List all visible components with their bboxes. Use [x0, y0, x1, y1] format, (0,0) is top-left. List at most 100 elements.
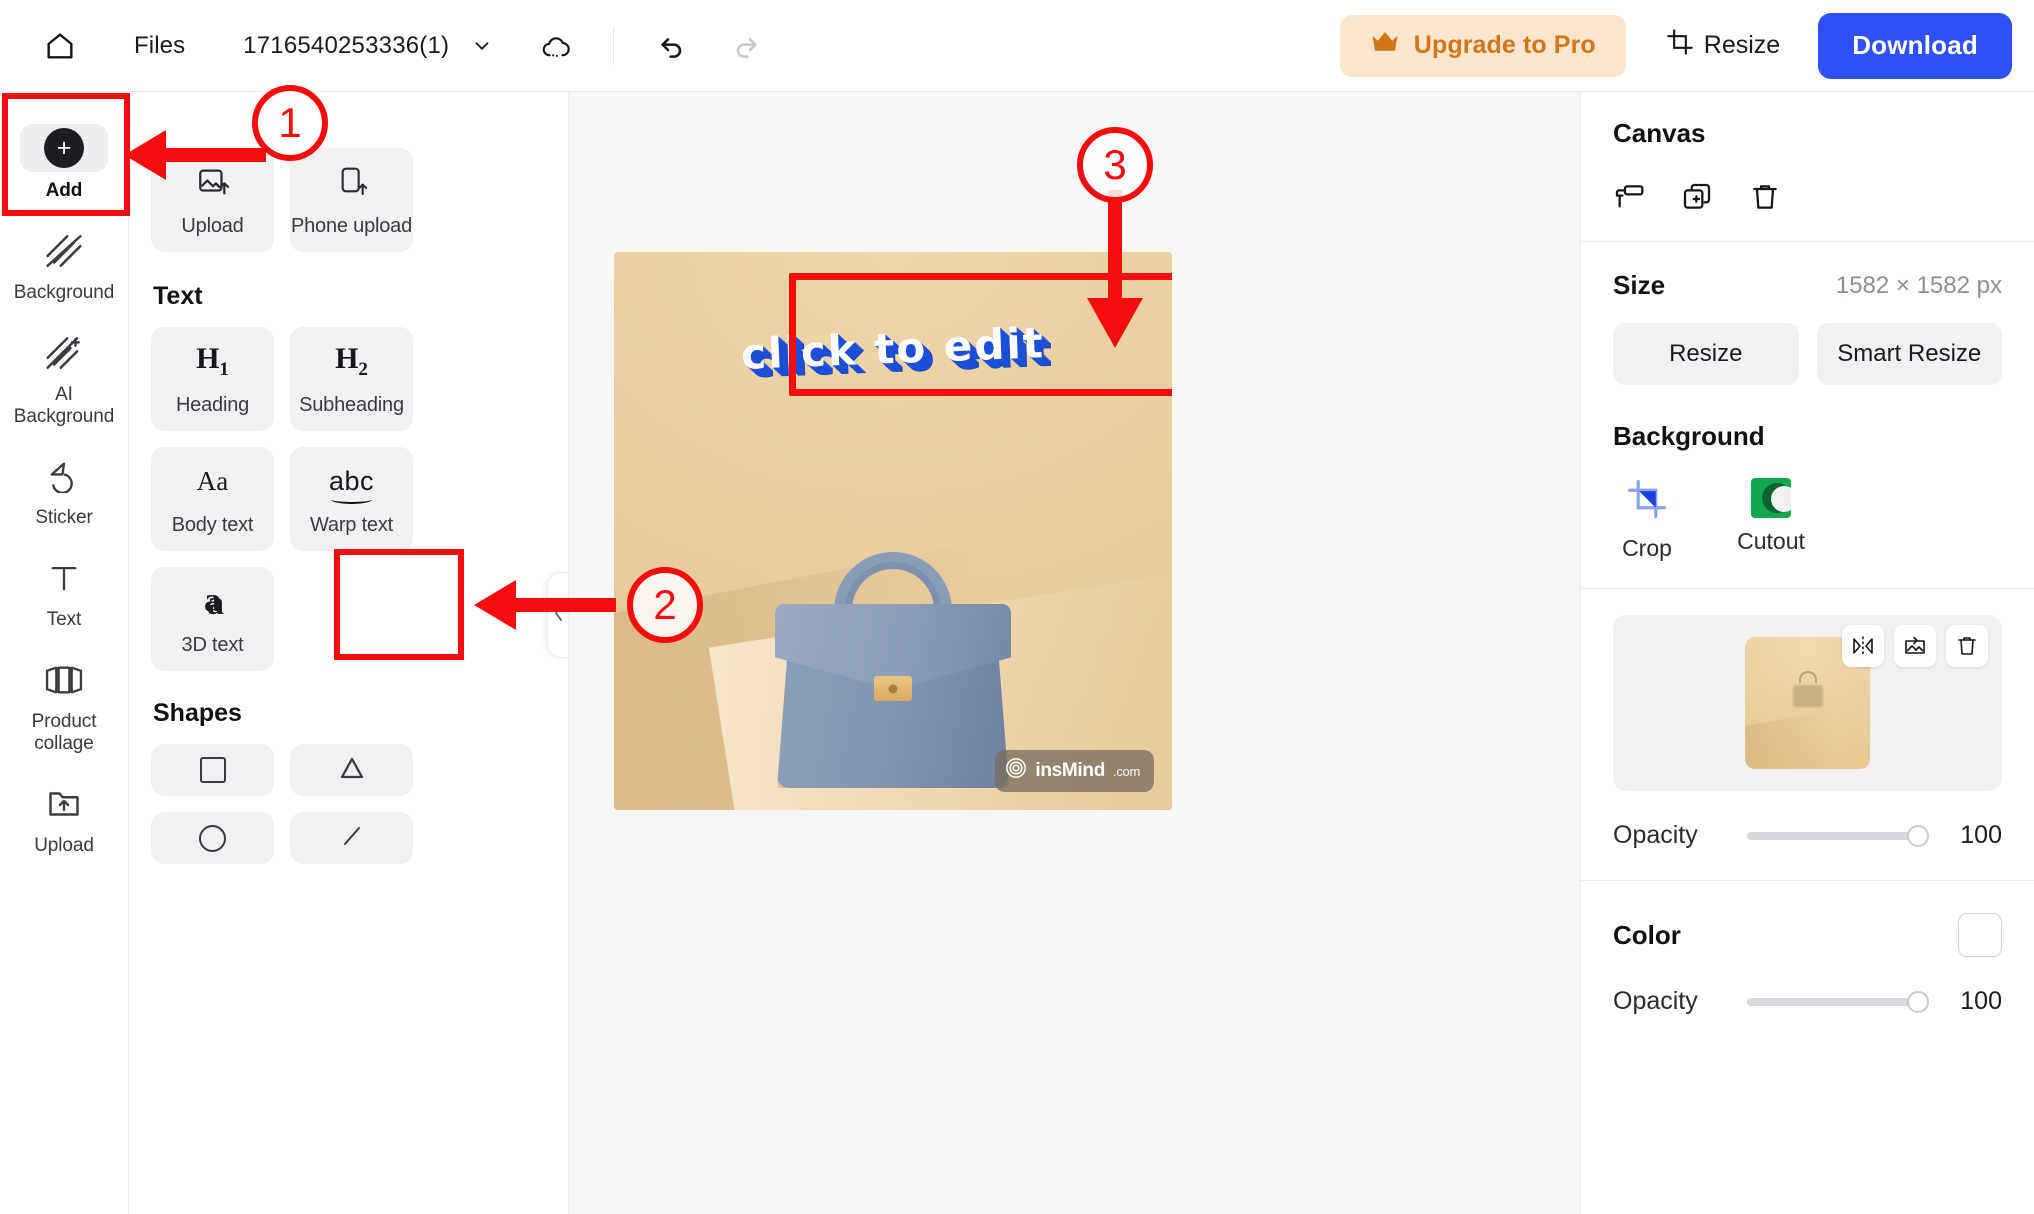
circle-shape-icon [199, 824, 226, 852]
line-shape-card[interactable] [290, 812, 413, 864]
sidebar-label-text: Text [46, 609, 82, 631]
resize-top-button[interactable]: Resize [1666, 28, 1780, 63]
collapse-panel-handle[interactable] [547, 572, 568, 658]
size-label: Size [1613, 270, 1666, 300]
aa-icon: Aa [196, 465, 229, 496]
triangle-shape-card[interactable] [290, 744, 413, 796]
chevron-down-icon[interactable] [471, 35, 493, 57]
h2-icon: H2 [335, 341, 368, 380]
color-label: Color [1613, 919, 1681, 950]
top-toolbar: Files 1716540253336(1) Upgrade to Pro Re… [0, 0, 2034, 92]
line-shape-icon [337, 822, 367, 855]
upgrade-label: Upgrade to Pro [1413, 31, 1596, 59]
sidebar-item-sticker[interactable]: Sticker [0, 439, 128, 541]
thumbnail-bag-handle [1798, 671, 1817, 684]
trash-icon[interactable] [1946, 625, 1988, 667]
body-text-card[interactable]: Aa Body text [151, 447, 274, 551]
warp-text-card[interactable]: abc Warp text [290, 447, 413, 551]
color-opacity-slider[interactable] [1747, 990, 1929, 1013]
phone-upload-card[interactable]: Phone upload [290, 148, 413, 252]
warp-text-card-label: Warp text [309, 514, 394, 536]
image-opacity-knob[interactable] [1907, 824, 1929, 847]
size-row: Size 1582 × 1582 px [1613, 270, 2002, 301]
phone-upload-card-label: Phone upload [290, 215, 413, 237]
shapes-section-title: Shapes [153, 699, 242, 727]
square-shape-icon [199, 757, 226, 783]
sidebar-item-background[interactable]: Background [0, 214, 128, 316]
color-opacity-label: Opacity [1613, 987, 1698, 1015]
props-divider-2 [1581, 588, 2034, 589]
smart-resize-button[interactable]: Smart Resize [1816, 323, 2002, 385]
replace-image-icon[interactable] [1894, 625, 1936, 667]
canvas-tool-icons [1613, 181, 2002, 241]
home-icon[interactable] [34, 20, 86, 72]
paint-roller-icon[interactable] [1613, 181, 1645, 213]
square-shape-card[interactable] [151, 744, 274, 796]
text-t-icon [47, 555, 81, 601]
props-divider-3 [1581, 880, 2034, 881]
image-opacity-label: Opacity [1613, 821, 1698, 849]
download-label: Download [1852, 30, 1978, 60]
undo-icon[interactable] [656, 30, 688, 62]
upgrade-to-pro-button[interactable]: Upgrade to Pro [1339, 14, 1626, 77]
design-canvas[interactable]: click to edit insMind .com [614, 252, 1172, 810]
sidebar-item-text[interactable]: Text [0, 541, 128, 643]
sidebar-item-ai-background[interactable]: AI Background [0, 316, 128, 440]
trash-icon[interactable] [1749, 181, 1781, 213]
thumbnail-shadow [1745, 699, 1870, 769]
sidebar-item-upload[interactable]: Upload [0, 767, 128, 869]
sticker-icon [45, 453, 83, 499]
thumbnail-bag-body [1792, 684, 1823, 707]
crop-tool-label: Crop [1622, 535, 1672, 561]
text-card-group: H1 Heading H2 Subheading Aa Body text ab… [151, 327, 544, 671]
heading-card[interactable]: H1 Heading [151, 327, 274, 431]
subheading-card[interactable]: H2 Subheading [290, 327, 413, 431]
cutout-tool-label: Cutout [1737, 528, 1805, 554]
sidebar-item-add[interactable]: + Add [0, 108, 128, 214]
sidebar-label-sticker: Sticker [35, 507, 93, 529]
upload-card[interactable]: Upload [151, 148, 274, 252]
sidebar-item-product-collage[interactable]: Product collage [0, 643, 128, 767]
resize-button-group: Resize Smart Resize [1613, 323, 2002, 385]
file-name-label[interactable]: 1716540253336(1) [243, 32, 449, 60]
handbag-lock [874, 676, 912, 701]
plus-circle-icon: + [44, 128, 84, 168]
size-value: 1582 × 1582 px [1835, 271, 2002, 299]
crop-tool-button[interactable]: Crop [1613, 478, 1681, 562]
image-upload-icon [196, 162, 230, 202]
image-opacity-slider[interactable] [1747, 824, 1929, 847]
redo-icon[interactable] [730, 30, 762, 62]
add-icon-wrap: + [20, 124, 108, 172]
toolbar-divider [613, 26, 615, 65]
color-swatch[interactable] [1958, 913, 2002, 957]
resize-button[interactable]: Resize [1613, 323, 1799, 385]
download-button[interactable]: Download [1818, 12, 2012, 79]
triangle-shape-icon [337, 754, 367, 787]
text-section-title: Text [153, 282, 203, 310]
hatch-icon [44, 228, 84, 274]
color-row: Color [1613, 913, 2002, 957]
color-opacity-value: 100 [1960, 987, 2002, 1015]
upload-card-group: Upload Phone upload [151, 148, 544, 252]
collage-icon [44, 657, 84, 703]
hatch-sparkle-icon [44, 330, 84, 376]
cloud-sync-icon[interactable] [539, 29, 573, 63]
three-d-text-card[interactable]: a 3D text [151, 567, 274, 671]
circle-shape-card[interactable] [151, 812, 274, 864]
background-section-title: Background [1613, 421, 1765, 451]
duplicate-icon[interactable] [1681, 181, 1713, 213]
crown-icon [1370, 29, 1400, 62]
phone-upload-icon [336, 162, 368, 202]
left-tool-rail: + Add Background AI Background Sticker T… [0, 92, 129, 1214]
handbag-product-image[interactable] [763, 552, 1023, 802]
chevron-left-icon [552, 602, 566, 629]
crop-tool-icon [1626, 478, 1668, 525]
watermark-suffix: .com [1113, 763, 1140, 779]
files-breadcrumb[interactable]: Files [134, 32, 185, 60]
color-opacity-knob[interactable] [1907, 990, 1929, 1013]
resize-top-label: Resize [1703, 31, 1781, 59]
cutout-tool-button[interactable]: Cutout [1737, 478, 1805, 562]
flip-icon[interactable] [1842, 625, 1884, 667]
warp-text-icon: abc [328, 465, 375, 504]
color-opacity-row: Opacity 100 [1613, 987, 2002, 1016]
